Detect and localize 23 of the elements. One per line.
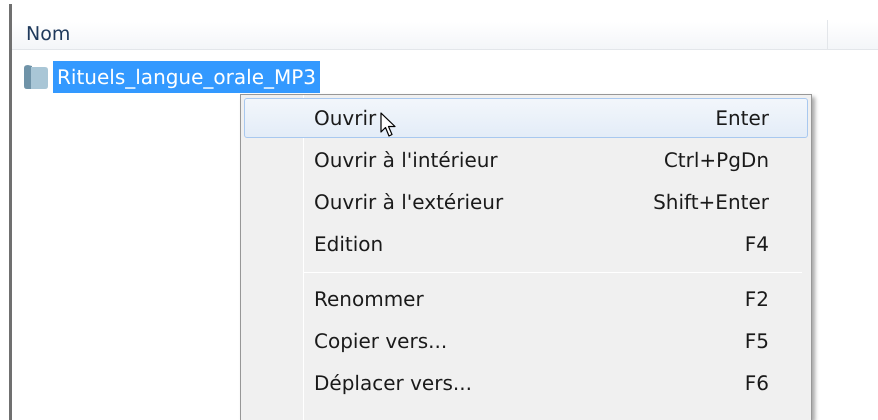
shortcut-label: Shift+Enter (653, 189, 769, 216)
folder-icon (22, 64, 50, 90)
menu-item[interactable]: Ouvrir Enter (244, 98, 808, 138)
menu-item-label: Renommer (314, 286, 424, 313)
menu-item-label: Ouvrir à l'extérieur (314, 189, 504, 216)
menu-item[interactable]: Renommer F2 (244, 279, 808, 319)
menu-item[interactable]: Ouvrir à l'intérieur Ctrl+PgDn (244, 140, 808, 180)
menu-item-label: Edition (314, 231, 384, 258)
shortcut-label: F6 (744, 370, 769, 397)
menu-item-label: Déplacer vers... (314, 370, 472, 397)
menu-item[interactable]: Déplacer vers... F6 (244, 363, 808, 403)
mouse-pointer-icon (380, 112, 397, 138)
menu-item[interactable]: Copier vers... F5 (244, 321, 808, 361)
menu-item-label: Copier vers... (314, 328, 448, 355)
shortcut-label: Enter (715, 105, 769, 132)
shortcut-label: Ctrl+PgDn (664, 147, 769, 174)
menu-item-label: Ouvrir (314, 105, 376, 132)
menu-item-label: Ouvrir à l'intérieur (314, 147, 498, 174)
shortcut-label: F5 (744, 328, 769, 355)
shortcut-label: F4 (744, 231, 769, 258)
shortcut-label: F2 (744, 286, 769, 313)
menu-item[interactable]: Ouvrir à l'extérieur Shift+Enter (244, 182, 808, 222)
menu-item[interactable]: Edition F4 (244, 224, 808, 264)
